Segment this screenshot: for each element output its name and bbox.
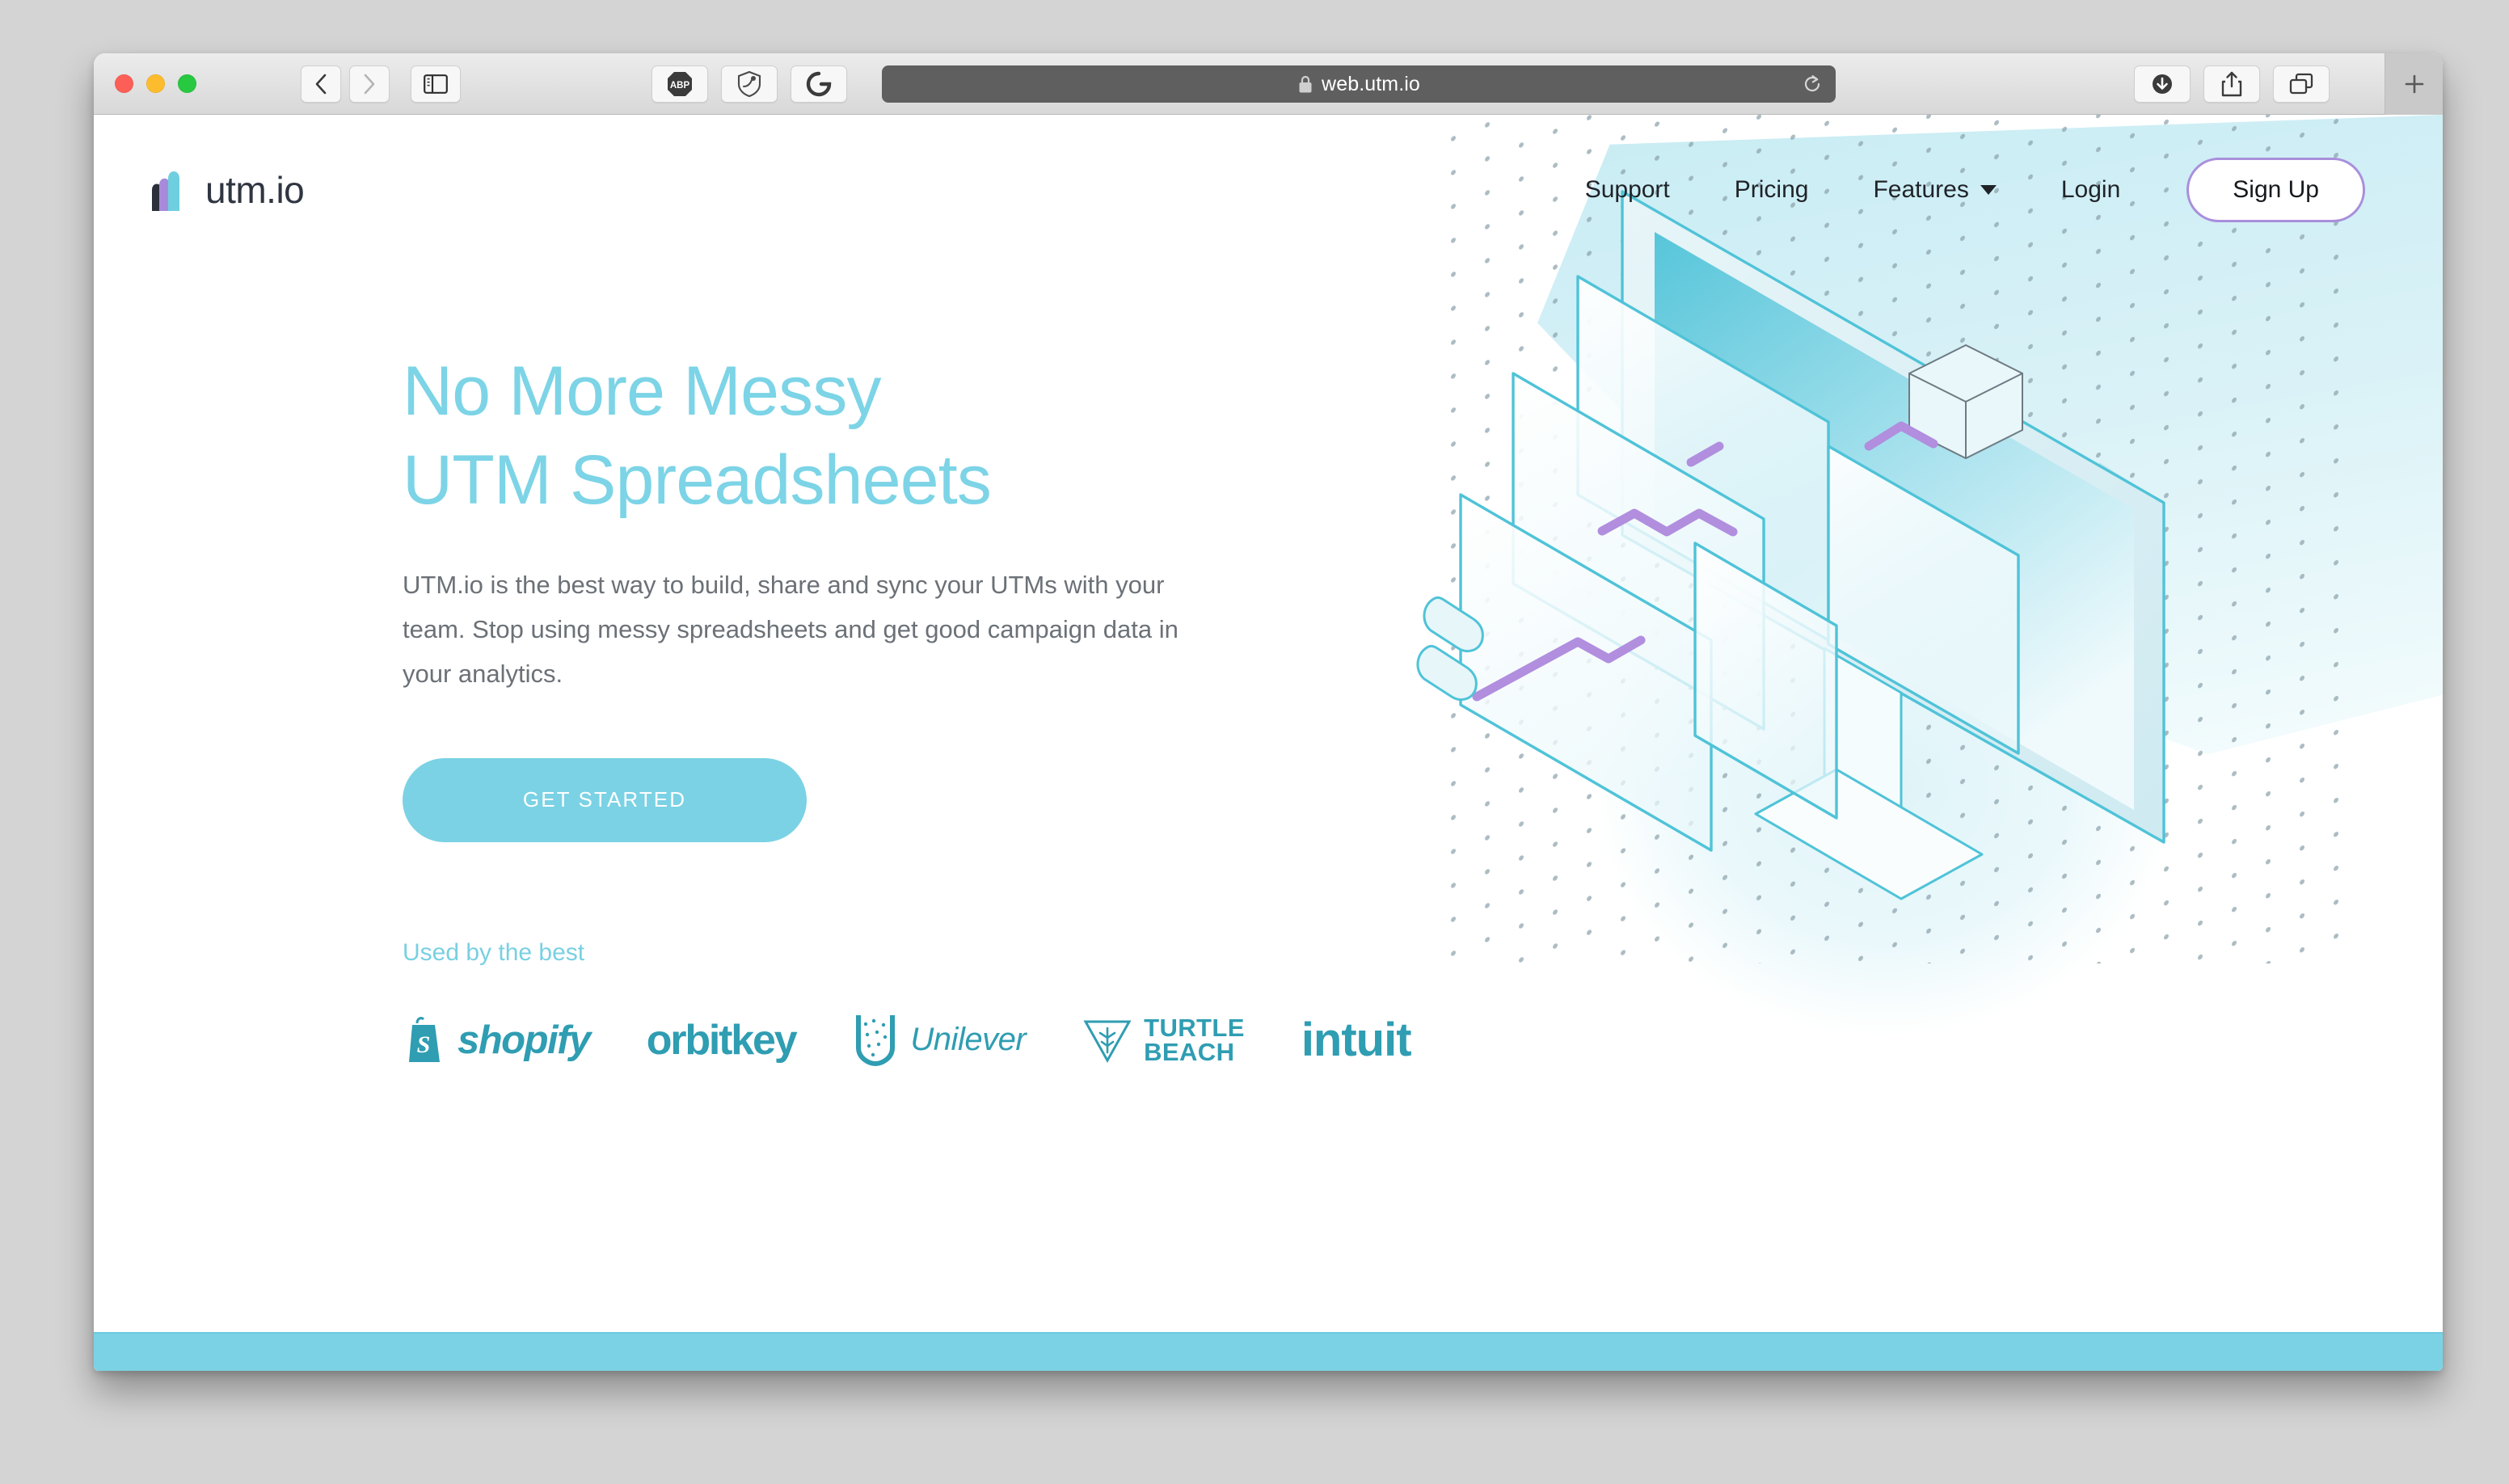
client-logo-label: intuit	[1301, 1014, 1412, 1067]
signup-button[interactable]: Sign Up	[2186, 157, 2365, 222]
tab-overview-button[interactable]	[2273, 65, 2330, 103]
address-bar-content: web.utm.io	[1297, 73, 1420, 96]
grammarly-icon	[806, 71, 832, 97]
client-logo-orbitkey: orbitkey	[646, 1016, 798, 1065]
svg-text:S: S	[417, 1031, 431, 1058]
client-logo-row: S shopify orbitkey Unilever TURTLE BEACH…	[403, 1012, 1412, 1069]
turtle-line-2: BEACH	[1144, 1037, 1235, 1066]
reload-button[interactable]	[1800, 72, 1824, 96]
web-page: utm.io Support Pricing Features Login Si…	[94, 115, 2443, 1371]
privacy-shield-button[interactable]	[721, 65, 778, 103]
adblock-plus-button[interactable]: ABP	[651, 65, 708, 103]
downloads-button[interactable]	[2134, 65, 2191, 103]
hero-subcopy: UTM.io is the best way to build, share a…	[403, 571, 1179, 688]
client-logo-label: TURTLE BEACH	[1144, 1013, 1245, 1066]
chevron-left-icon	[315, 74, 327, 95]
maximize-window-button[interactable]	[178, 74, 196, 93]
address-bar-url: web.utm.io	[1322, 72, 1420, 95]
close-window-button[interactable]	[115, 74, 133, 93]
client-logo-intuit: intuit	[1301, 1013, 1412, 1067]
back-button[interactable]	[301, 65, 341, 103]
browser-toolbar: ABP web.utm.io	[94, 53, 2443, 115]
chevron-right-icon	[364, 74, 375, 95]
reload-icon	[1804, 75, 1820, 92]
page-title: No More Messy UTM Spreadsheets	[403, 347, 1219, 525]
used-by-label: Used by the best	[403, 938, 585, 966]
plus-icon	[2405, 74, 2423, 94]
unilever-u-icon	[856, 1014, 896, 1066]
client-logo-label: orbitkey	[646, 1016, 798, 1064]
client-logo-shopify: S shopify	[403, 1015, 591, 1065]
site-navigation: Support Pricing Features Login Sign Up	[1553, 157, 2365, 222]
extension-buttons: ABP	[651, 65, 847, 103]
share-button[interactable]	[2203, 65, 2260, 103]
site-logo-wordmark: utm.io	[205, 168, 305, 211]
hero-section: No More Messy UTM Spreadsheets UTM.io is…	[94, 264, 2443, 1069]
page-bottom-bar	[94, 1332, 2443, 1371]
tab-overview-icon	[2289, 73, 2313, 95]
client-logo-label: Unilever	[910, 1022, 1027, 1058]
new-tab-button[interactable]	[2385, 53, 2443, 115]
client-logo-turtle-beach: TURTLE BEACH	[1082, 1013, 1245, 1066]
nav-item-pricing[interactable]: Pricing	[1702, 176, 1841, 204]
svg-text:ABP: ABP	[670, 81, 690, 91]
shield-privacy-icon	[737, 70, 761, 98]
turtle-line-1: TURTLE	[1144, 1013, 1245, 1042]
hero-copy: No More Messy UTM Spreadsheets UTM.io is…	[144, 264, 1412, 1069]
lock-icon	[1299, 75, 1312, 92]
grammarly-button[interactable]	[791, 65, 847, 103]
minimize-window-button[interactable]	[146, 74, 165, 93]
nav-label: Pricing	[1734, 175, 1809, 203]
client-logo-label: shopify	[458, 1018, 591, 1062]
browser-window: ABP web.utm.io utm.io Support Pricing Fe…	[94, 53, 2443, 1371]
nav-label: Login	[2060, 175, 2121, 203]
site-logo[interactable]: utm.io	[144, 166, 305, 214]
utm-logo-mark	[152, 171, 179, 211]
site-header: utm.io Support Pricing Features Login Si…	[94, 115, 2443, 264]
nav-label: Features	[1873, 175, 1969, 203]
navigation-buttons	[301, 65, 390, 103]
get-started-button[interactable]: GET STARTED	[403, 757, 807, 842]
adblock-plus-icon: ABP	[668, 72, 692, 96]
address-bar[interactable]: web.utm.io	[882, 65, 1836, 103]
forward-button[interactable]	[349, 65, 390, 103]
sidebar-toggle-button[interactable]	[411, 65, 461, 103]
share-icon	[2221, 71, 2242, 97]
chevron-down-icon	[1980, 184, 1997, 195]
window-controls	[115, 74, 196, 93]
nav-label: Support	[1584, 175, 1670, 203]
headline-line-2: UTM Spreadsheets	[403, 441, 992, 520]
toolbar-right-buttons	[2134, 65, 2330, 103]
headline-line-1: No More Messy	[403, 352, 882, 430]
client-logo-unilever: Unilever	[852, 1012, 1027, 1069]
nav-item-login[interactable]: Login	[2029, 176, 2153, 204]
sidebar-toggle-icon	[424, 74, 448, 94]
shopify-bag-icon: S	[409, 1016, 440, 1062]
nav-item-features[interactable]: Features	[1841, 176, 2028, 204]
nav-item-support[interactable]: Support	[1553, 176, 1702, 204]
downloads-icon	[2153, 74, 2172, 94]
turtle-beach-triangle-icon	[1083, 1020, 1132, 1063]
